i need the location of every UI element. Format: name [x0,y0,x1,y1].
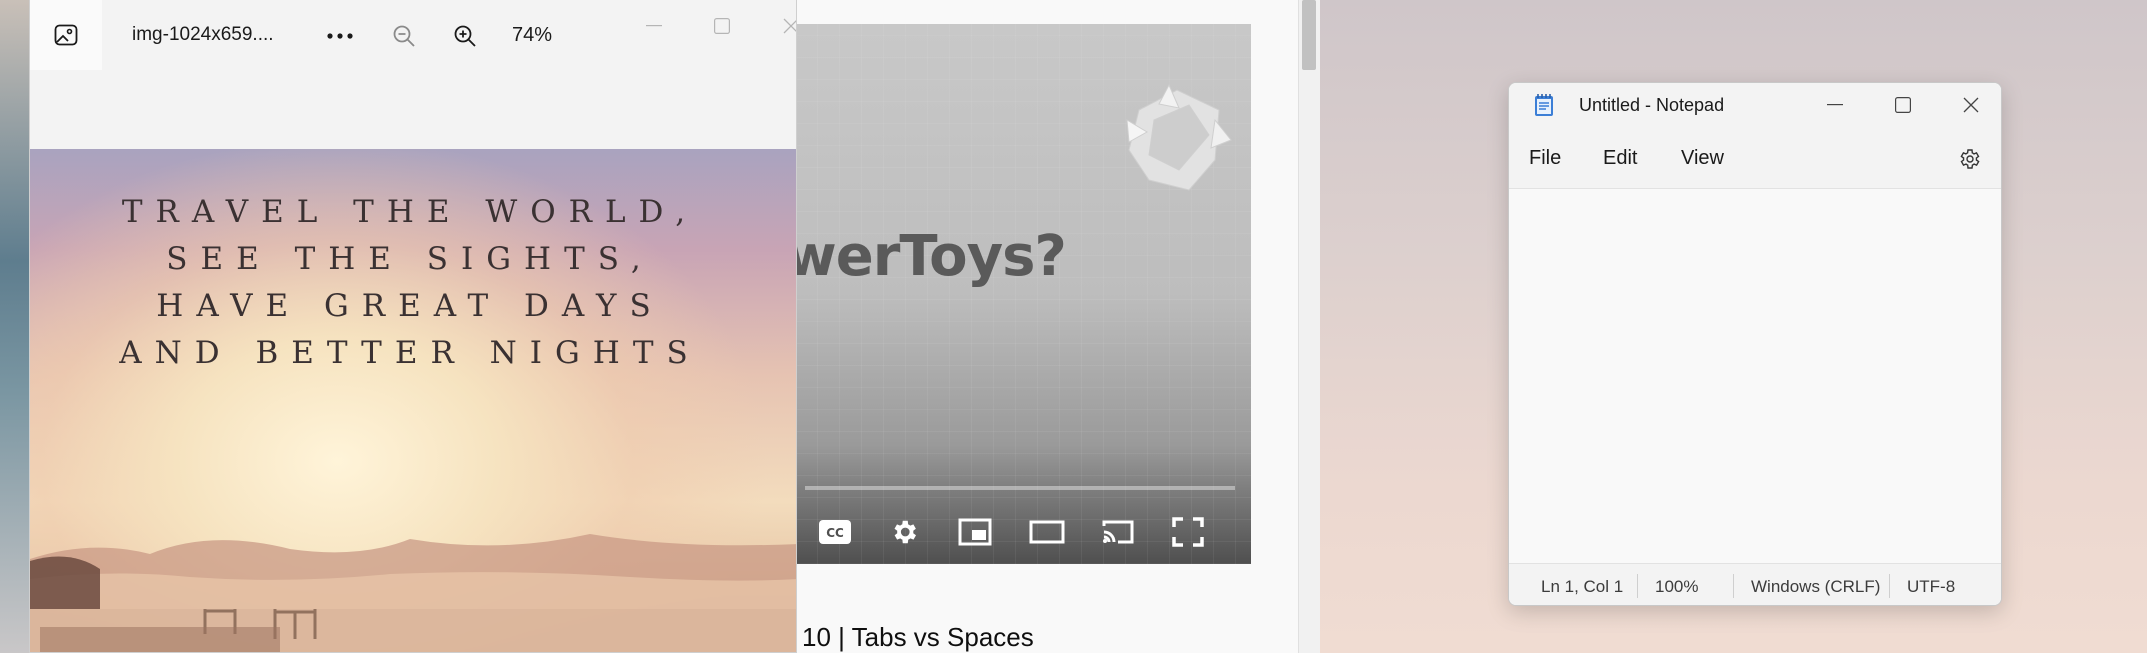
video-thumbnail-title: werToys? [795,224,1067,289]
notepad-app-icon [1535,94,1553,116]
maximize-icon [714,18,730,34]
theater-mode-button[interactable] [1025,512,1069,552]
captions-button[interactable]: CC [813,512,857,552]
theater-mode-icon [1029,520,1065,544]
photo-icon [54,24,78,46]
encoding-status: UTF-8 [1907,577,1956,596]
photos-close-button[interactable] [761,6,796,46]
minimize-icon [646,25,662,27]
browser-scroll-thumb[interactable] [1302,0,1316,70]
photo-viewer-image[interactable]: Travel the world, see the sights, have g… [30,149,796,652]
quote-line: see the sights, [166,241,654,277]
notepad-close-button[interactable] [1937,83,2001,127]
notepad-titlebar[interactable]: Untitled - Notepad [1509,83,2001,127]
video-title-link[interactable]: 10 | Tabs vs Spaces [802,622,1034,653]
gear-icon [894,520,916,544]
image-quote-text: Travel the world, see the sights, have g… [30,189,790,377]
fullscreen-button[interactable] [1166,512,1210,552]
more-dots-icon [327,33,353,39]
powertoys-logo-icon [1126,83,1232,191]
cursor-position: Ln 1, Col 1 [1541,577,1624,596]
photos-filename: img-1024x659.... [132,24,274,45]
photos-maximize-button[interactable] [692,6,752,46]
quote-line: Travel the world, [121,194,699,230]
svg-text:CC: CC [826,526,844,540]
fullscreen-icon [1172,517,1204,547]
notepad-settings-button[interactable] [1953,143,1985,175]
miniplayer-button[interactable] [953,512,997,552]
video-progress-bar[interactable] [805,486,1235,490]
photos-minimize-button[interactable] [624,6,684,46]
quote-line: and better nights [119,335,701,371]
status-divider [1637,574,1638,598]
zoom-in-icon [454,25,476,47]
more-options-button[interactable] [320,16,360,56]
quote-line: have great days [156,288,664,324]
notepad-statusbar: Ln 1, Col 1 100% Windows (CRLF) UTF-8 [1509,563,2001,605]
browser-scrollbar[interactable] [1298,0,1320,653]
line-ending-status: Windows (CRLF) [1751,577,1881,596]
close-icon [783,18,796,34]
zoom-level[interactable]: 74% [512,24,552,47]
menu-edit[interactable]: Edit [1597,145,1643,172]
settings-button[interactable] [882,512,926,552]
cast-button[interactable] [1096,512,1140,552]
zoom-status: 100% [1655,577,1699,596]
gear-icon [1960,149,1980,169]
zoom-in-button[interactable] [445,16,485,56]
notepad-text-area[interactable] [1509,189,2001,563]
captions-icon: CC [819,520,851,544]
close-icon [1963,97,1979,113]
status-divider [1733,574,1734,598]
menu-view[interactable]: View [1675,145,1730,172]
notepad-title: Untitled - Notepad [1579,95,1725,115]
notepad-menubar: File Edit View [1509,127,2001,189]
zoom-out-button[interactable] [384,16,424,56]
status-divider [1889,574,1890,598]
zoom-out-icon [393,25,415,47]
maximize-icon [1895,97,1911,113]
notepad-maximize-button[interactable] [1869,83,1937,127]
notepad-minimize-button[interactable] [1801,83,1869,127]
cast-icon [1102,520,1134,544]
video-player[interactable]: werToys? CC [795,24,1251,564]
landscape-illustration [30,534,796,652]
menu-file[interactable]: File [1523,145,1567,172]
photos-titlebar[interactable]: img-1024x659.... 74% [30,0,796,70]
photos-app-button[interactable] [30,0,102,70]
miniplayer-icon [958,518,992,546]
minimize-icon [1827,104,1843,106]
photos-window: img-1024x659.... 74% TRAVEL THE WORLD, S… [29,0,797,653]
notepad-window: Untitled - Notepad File Edit View Ln 1, … [1508,82,2002,606]
